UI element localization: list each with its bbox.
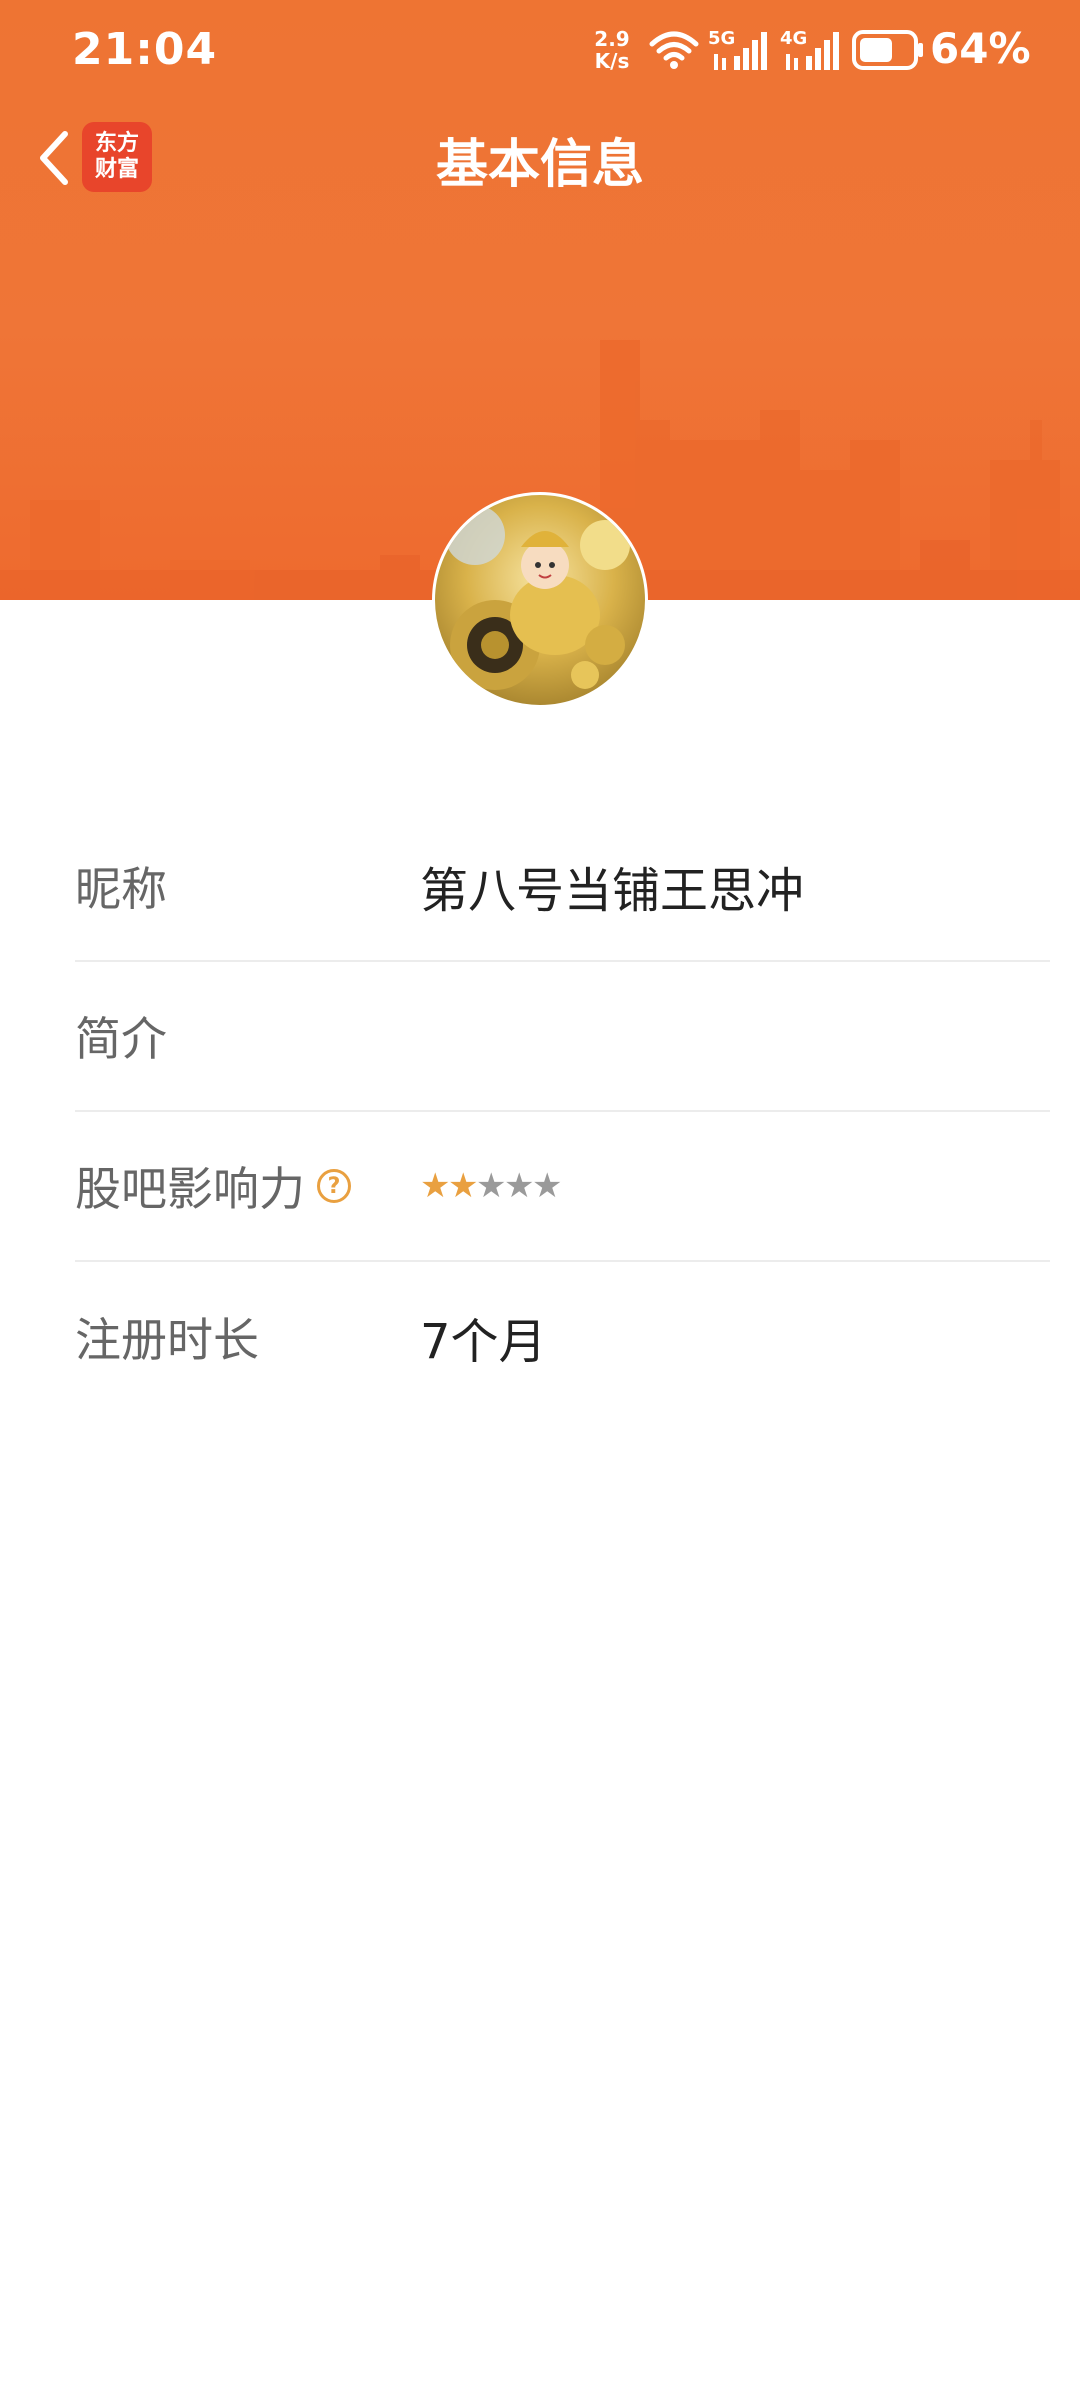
influence-rating: ★ ★ ★ ★ ★ [420,1166,563,1206]
influence-label: 股吧影响力 [75,1162,305,1216]
nickname-label: 昵称 [75,862,167,916]
star-empty-icon: ★ [532,1166,563,1206]
battery-percentage: 64% [930,24,1031,73]
screen: 21:04 2.9 K/s 5G 4G 64% 东方 财富 基本信息 昵称 第八… [0,0,1080,2400]
registration-duration-label: 注册时长 [75,1313,259,1367]
status-bar: 21:04 2.9 K/s 5G 4G 64% [0,0,1080,110]
network-speed: 2.9 K/s [590,28,634,72]
page-title: 基本信息 [435,135,644,195]
star-empty-icon: ★ [476,1166,507,1206]
status-time: 21:04 [72,24,218,75]
wifi-icon [649,31,699,69]
row-nickname: 昵称 第八号当铺王思冲 [75,812,1050,962]
row-influence: 股吧影响力 ? ★ ★ ★ ★ ★ [75,1112,1050,1262]
registration-duration-value: 7个月 [420,1314,547,1370]
signal-bars-icon [786,32,839,70]
star-empty-icon: ★ [504,1166,535,1206]
bio-label: 简介 [75,1012,167,1066]
avatar[interactable] [432,492,648,708]
profile-info-list: 昵称 第八号当铺王思冲 简介 股吧影响力 ? ★ ★ ★ ★ ★ 注册时长 7个月 [75,812,1050,1412]
avatar-illustration [445,505,630,690]
signal-bars-icon [714,32,767,70]
battery-icon [852,30,923,70]
influence-label-group: 股吧影响力 ? [75,1153,420,1219]
nickname-value: 第八号当铺王思冲 [420,863,805,919]
star-filled-icon: ★ [420,1166,451,1206]
help-icon[interactable]: ? [317,1169,351,1203]
network-speed-value: 2.9 [594,27,630,51]
row-bio: 简介 [75,962,1050,1112]
row-registration-duration: 注册时长 7个月 [75,1262,1050,1412]
network-speed-unit: K/s [594,49,630,73]
star-filled-icon: ★ [448,1166,479,1206]
